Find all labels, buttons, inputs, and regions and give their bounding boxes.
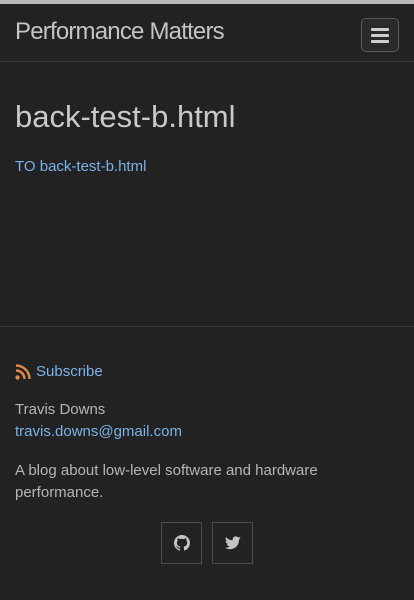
subscribe-label: Subscribe — [36, 363, 103, 380]
menu-toggle-button[interactable] — [361, 18, 399, 52]
twitter-button[interactable] — [212, 522, 253, 564]
page-title: back-test-b.html — [15, 99, 236, 134]
subscribe-link[interactable]: Subscribe — [15, 363, 103, 380]
twitter-icon — [224, 536, 241, 550]
hamburger-menu-icon — [371, 27, 389, 43]
site-title-link[interactable]: Performance Matters — [15, 18, 225, 46]
main-content: back-test-b.html TO back-test-b.html — [0, 62, 414, 326]
social-links — [161, 522, 253, 564]
author-name: Travis Downs — [15, 401, 106, 418]
github-button[interactable] — [161, 522, 202, 564]
redirect-link[interactable]: TO back-test-b.html — [15, 158, 146, 175]
github-icon — [173, 535, 190, 551]
author-email-link[interactable]: travis.downs@gmail.com — [15, 423, 182, 440]
rss-icon — [15, 363, 31, 380]
navbar: Performance Matters — [0, 4, 414, 62]
site-description: A blog about low-level software and hard… — [15, 462, 318, 501]
site-footer: Subscribe Travis Downs travis.downs@gmai… — [0, 326, 414, 600]
